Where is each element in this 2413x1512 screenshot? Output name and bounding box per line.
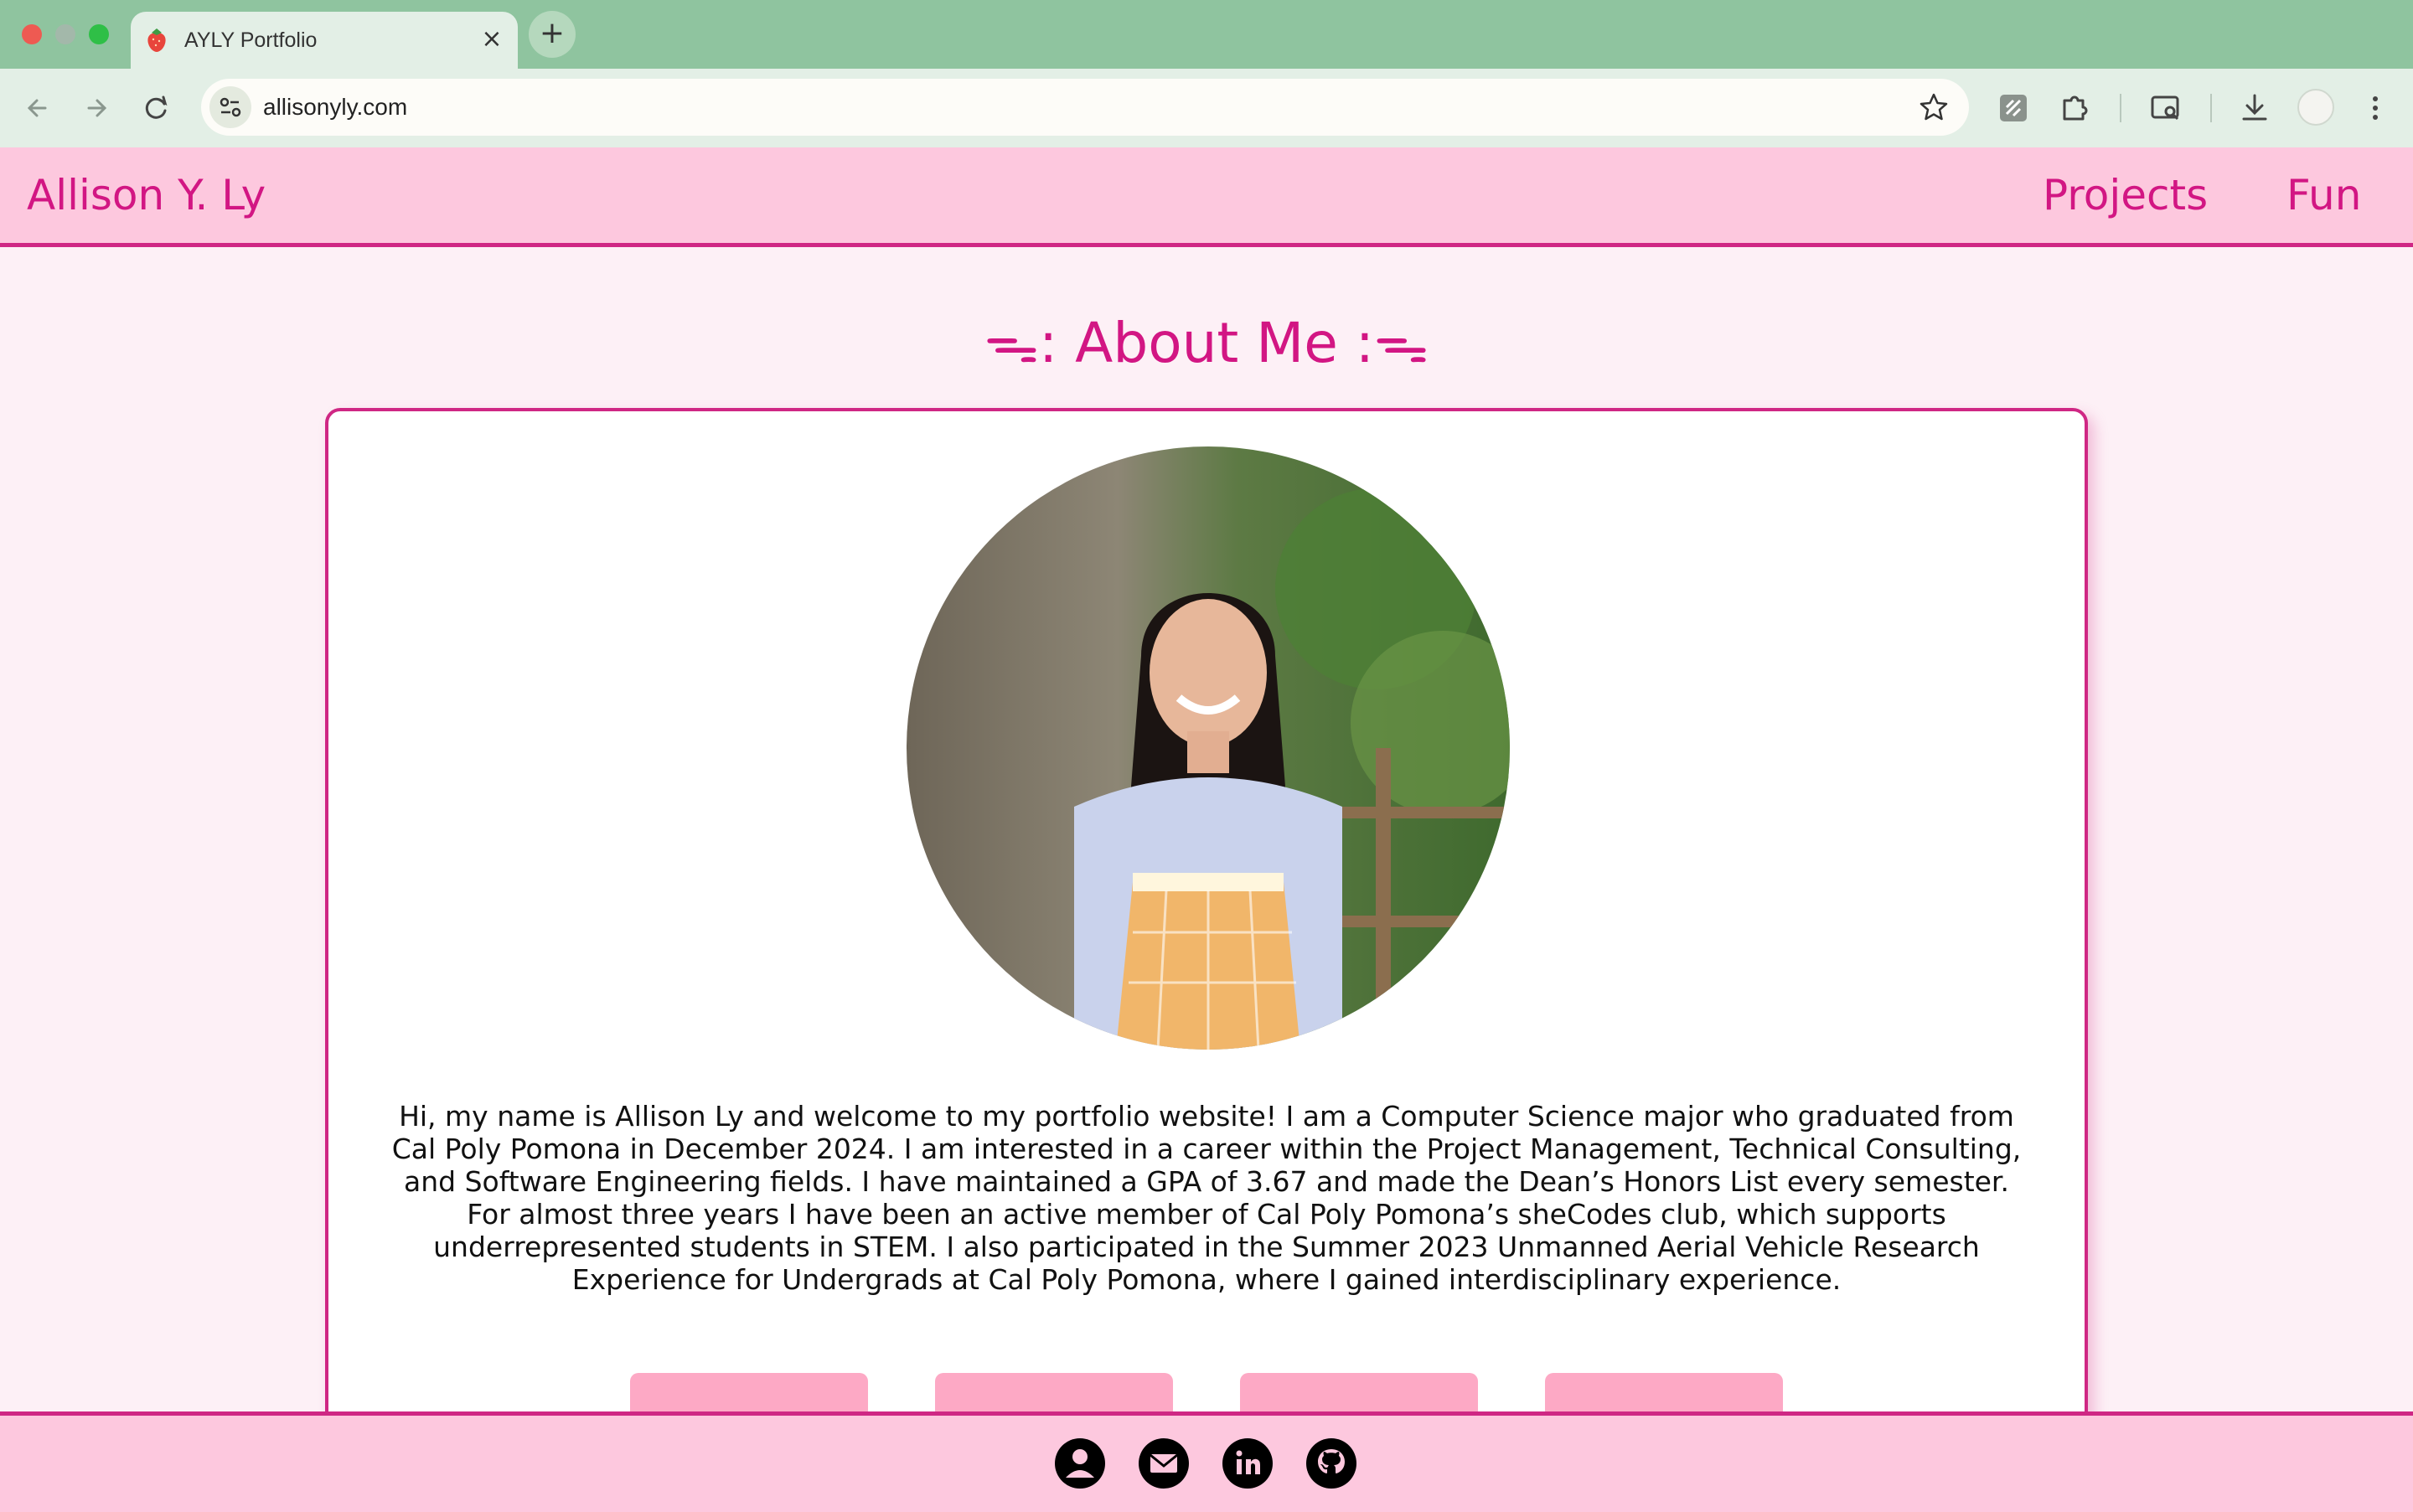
forward-arrow-icon[interactable]: [75, 87, 117, 129]
reload-icon[interactable]: [136, 87, 178, 129]
url-text: allisonyly.com: [263, 94, 408, 120]
brand-link[interactable]: Allison Y. Ly: [27, 171, 266, 219]
bio-text: Hi, my name is Allison Ly and welcome to…: [391, 1100, 2022, 1296]
download-icon[interactable]: [2235, 89, 2274, 127]
close-tab-icon[interactable]: ×: [478, 25, 506, 54]
address-bar[interactable]: allisonyly.com: [201, 79, 1969, 136]
new-tab-button[interactable]: +: [529, 11, 576, 58]
about-heading: ᯓ: About Me :ᯓ: [984, 311, 1429, 375]
puzzle-icon[interactable]: [2056, 89, 2095, 127]
profile-avatar[interactable]: [2297, 89, 2334, 126]
linkedin-icon[interactable]: [1222, 1437, 1274, 1489]
site-footer: [0, 1411, 2413, 1512]
maximize-window-button[interactable]: [89, 24, 109, 44]
toolbar-separator: [2120, 94, 2121, 122]
nav-link-projects[interactable]: Projects: [2043, 171, 2208, 219]
site-info-icon[interactable]: [209, 86, 251, 128]
about-card: Hi, my name is Allison Ly and welcome to…: [325, 408, 2088, 1497]
profile-photo: [907, 446, 1510, 1050]
toolbar-separator: [2210, 94, 2212, 122]
back-arrow-icon[interactable]: [17, 87, 59, 129]
close-window-button[interactable]: [22, 24, 42, 44]
site-header: Allison Y. Ly Projects Fun: [0, 147, 2413, 247]
browser-tab-bar: AYLY Portfolio × +: [0, 0, 2413, 69]
tab-search-icon[interactable]: [2147, 89, 2185, 127]
person-icon[interactable]: [1054, 1437, 1106, 1489]
tab-title: AYLY Portfolio: [184, 28, 318, 52]
strawberry-icon: [147, 28, 166, 52]
browser-toolbar: allisonyly.com: [0, 69, 2413, 147]
extension-icon[interactable]: [1994, 89, 2033, 127]
menu-kebab-icon[interactable]: [2356, 89, 2395, 127]
minimize-window-button[interactable]: [55, 24, 75, 44]
mail-icon[interactable]: [1138, 1437, 1190, 1489]
nav-link-fun[interactable]: Fun: [2286, 171, 2361, 219]
bookmark-star-icon[interactable]: [1917, 90, 1951, 124]
github-icon[interactable]: [1305, 1437, 1357, 1489]
browser-tab-active[interactable]: AYLY Portfolio ×: [131, 12, 518, 69]
